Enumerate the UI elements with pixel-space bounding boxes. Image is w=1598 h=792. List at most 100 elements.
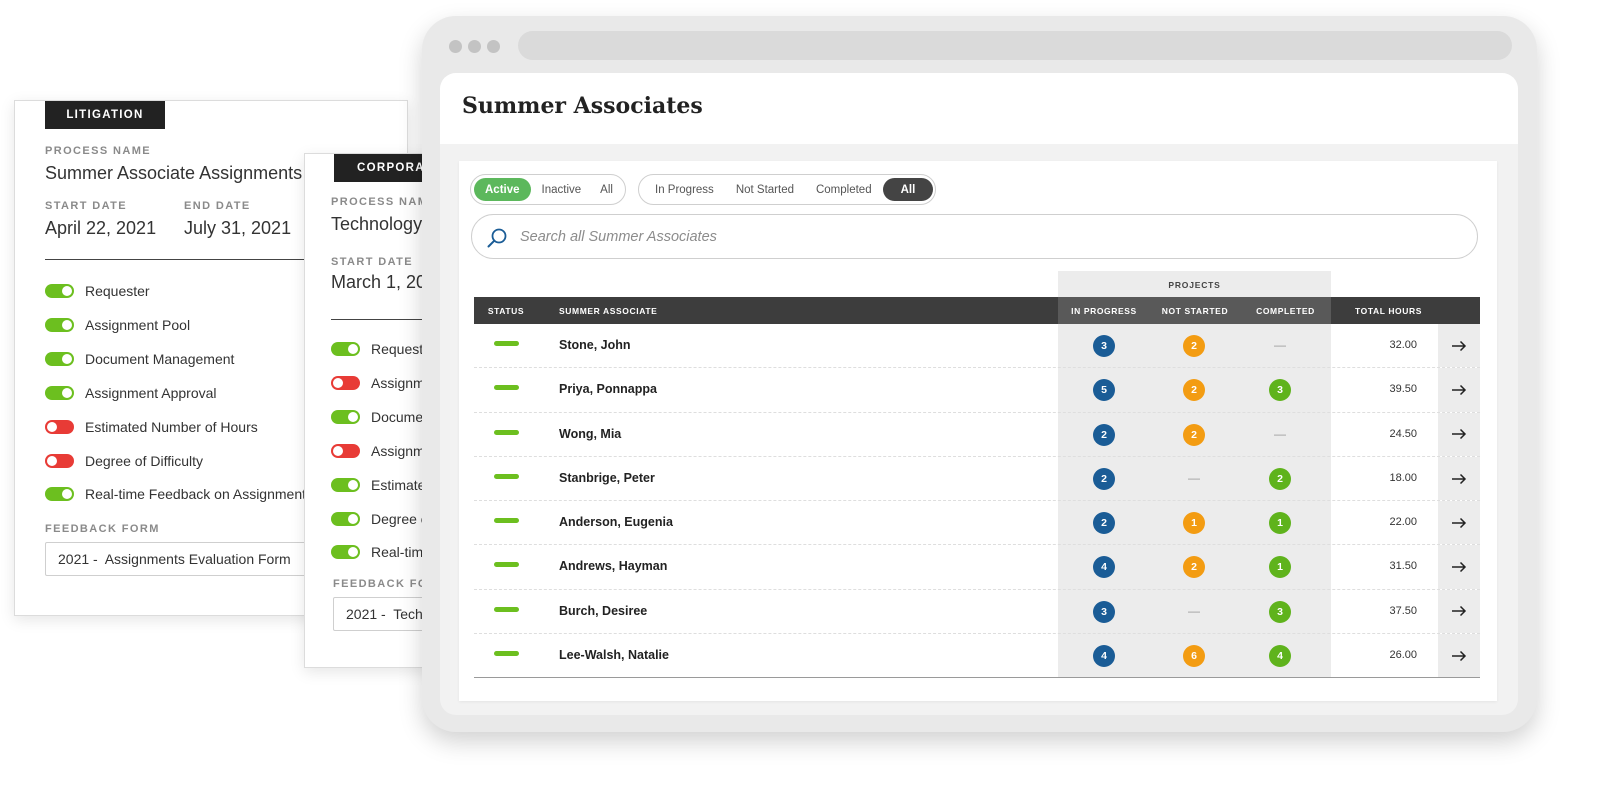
search-input[interactable]	[520, 223, 1420, 251]
arrow-right-icon	[1452, 517, 1467, 528]
associate-name[interactable]: Burch, Desiree	[559, 604, 647, 618]
total-hours: 39.50	[1389, 383, 1417, 396]
toggle-row: Requeste	[331, 341, 431, 357]
toggle-on-switch[interactable]	[45, 284, 74, 298]
toggle-row: Degree of Difficulty	[45, 453, 203, 469]
not-started-count-badge: 2	[1183, 335, 1205, 357]
start-date-value: March 1, 20	[331, 272, 427, 292]
status-indicator	[494, 429, 519, 435]
toggle-label: Real-time Feedback on Assignments	[85, 486, 313, 503]
toggle-row: Requester	[45, 283, 150, 299]
col-completed[interactable]: COMPLETED	[1240, 297, 1331, 324]
end-date-value: July 31, 2021	[184, 218, 292, 238]
associate-name[interactable]: Stanbrige, Peter	[559, 471, 655, 485]
row-open-button[interactable]	[1438, 589, 1480, 634]
table-row[interactable]: Anderson, Eugenia 2 1 1 22.00	[474, 501, 1480, 546]
toggle-off-switch[interactable]	[45, 419, 74, 434]
filter-all-progress[interactable]: All	[882, 178, 934, 201]
in-progress-count-badge: 3	[1093, 335, 1115, 357]
col-in-progress[interactable]: IN PROGRESS	[1058, 297, 1150, 324]
completed-count-badge: 3	[1269, 600, 1291, 623]
toggle-row: Estimate	[331, 477, 425, 493]
associate-name[interactable]: Lee-Walsh, Natalie	[559, 648, 669, 662]
col-summer-associate[interactable]: SUMMER ASSOCIATE	[559, 297, 657, 324]
row-open-button[interactable]	[1438, 368, 1480, 412]
row-open-button[interactable]	[1438, 456, 1480, 501]
table-row[interactable]: Wong, Mia 2 2 — 24.50	[474, 412, 1480, 457]
in-progress-count-badge: 4	[1093, 645, 1115, 668]
associates-panel: Active Inactive All In Progress Not Star…	[459, 161, 1497, 701]
table-row[interactable]: Lee-Walsh, Natalie 4 6 4 26.00	[474, 634, 1480, 679]
toggle-on-switch[interactable]	[331, 477, 360, 492]
toggle-on-switch[interactable]	[45, 351, 74, 366]
toggle-on-switch[interactable]	[331, 342, 360, 356]
completed-count-badge: 1	[1269, 512, 1291, 535]
toggle-row: Docume	[331, 409, 423, 425]
toggle-label: Document Management	[85, 350, 235, 367]
toggle-off-switch[interactable]	[331, 375, 360, 390]
row-open-button[interactable]	[1438, 501, 1480, 545]
toggle-label: Requester	[85, 283, 150, 299]
page-content: Summer Associates Active Inactive All In…	[440, 73, 1518, 715]
toggle-on-switch[interactable]	[331, 409, 360, 424]
toggle-on-switch[interactable]	[45, 385, 74, 400]
page-header: Summer Associates	[440, 73, 1518, 144]
toggle-row: Document Management	[45, 351, 234, 367]
col-not-started[interactable]: NOT STARTED	[1150, 297, 1240, 324]
table-body: Stone, John 3 2 — 32.00 Priya, Ponnappa 5 2 3 39.…	[474, 324, 1480, 679]
search-bar[interactable]	[471, 214, 1478, 259]
empty-count: —	[1274, 338, 1286, 352]
process-name-value: Summer Associate Assignments	[45, 163, 303, 183]
not-started-count-badge: 6	[1183, 645, 1205, 668]
associate-name[interactable]: Wong, Mia	[559, 427, 621, 441]
total-hours: 32.00	[1389, 339, 1417, 351]
toggle-on-switch[interactable]	[45, 317, 74, 332]
row-open-button[interactable]	[1438, 634, 1480, 678]
status-indicator	[494, 651, 519, 657]
table-header: STATUS SUMMER ASSOCIATE IN PROGRESS NOT …	[474, 297, 1480, 324]
toggle-on-switch[interactable]	[331, 511, 360, 526]
filter-all-status[interactable]: All	[592, 178, 621, 201]
toggle-on-switch[interactable]	[331, 545, 360, 560]
arrow-right-icon	[1452, 562, 1467, 573]
associate-name[interactable]: Anderson, Eugenia	[559, 515, 673, 529]
process-name-value: Technology	[331, 214, 423, 234]
filter-inactive[interactable]: Inactive	[531, 178, 593, 201]
arrow-right-icon	[1452, 384, 1467, 395]
window-dot	[449, 40, 462, 53]
start-date-value: April 22, 2021	[45, 218, 157, 238]
arrow-right-icon	[1452, 606, 1467, 617]
total-hours: 37.50	[1389, 604, 1417, 617]
col-status[interactable]: STATUS	[474, 297, 538, 324]
toggle-label: Assignm	[371, 374, 425, 391]
table-row[interactable]: Andrews, Hayman 4 2 1 31.50	[474, 545, 1480, 590]
toggle-row: Real-time Feedback on Assignments	[45, 486, 313, 502]
filter-in-progress[interactable]: In Progress	[642, 178, 725, 201]
toggle-row: Estimated Number of Hours	[45, 419, 258, 435]
row-open-button[interactable]	[1438, 324, 1480, 368]
toggle-off-switch[interactable]	[331, 443, 360, 458]
filter-completed[interactable]: Completed	[805, 178, 883, 201]
col-total-hours[interactable]: TOTAL HOURS	[1331, 297, 1446, 324]
toggle-row: Assignm	[331, 375, 425, 391]
status-indicator	[494, 341, 519, 346]
row-open-button[interactable]	[1438, 412, 1480, 456]
card-tag: LITIGATION	[45, 101, 165, 129]
window-dot	[487, 40, 500, 53]
completed-count-badge: 1	[1269, 556, 1291, 579]
table-row[interactable]: Priya, Ponnappa 5 2 3 39.50	[474, 368, 1480, 413]
table-row[interactable]: Burch, Desiree 3 — 3 37.50	[474, 589, 1480, 635]
table-row[interactable]: Stone, John 3 2 — 32.00	[474, 324, 1480, 369]
toggle-off-switch[interactable]	[45, 453, 74, 468]
filter-active[interactable]: Active	[474, 178, 531, 201]
row-open-button[interactable]	[1438, 545, 1480, 589]
not-started-count-badge: 1	[1183, 512, 1205, 535]
url-bar[interactable]	[518, 31, 1512, 60]
associate-name[interactable]: Stone, John	[559, 338, 631, 352]
filter-not-started[interactable]: Not Started	[725, 178, 805, 201]
status-indicator	[494, 473, 519, 479]
table-row[interactable]: Stanbrige, Peter 2 — 2 18.00	[474, 456, 1480, 502]
associate-name[interactable]: Andrews, Hayman	[559, 559, 667, 573]
toggle-on-switch[interactable]	[45, 487, 74, 502]
associate-name[interactable]: Priya, Ponnappa	[559, 382, 657, 396]
